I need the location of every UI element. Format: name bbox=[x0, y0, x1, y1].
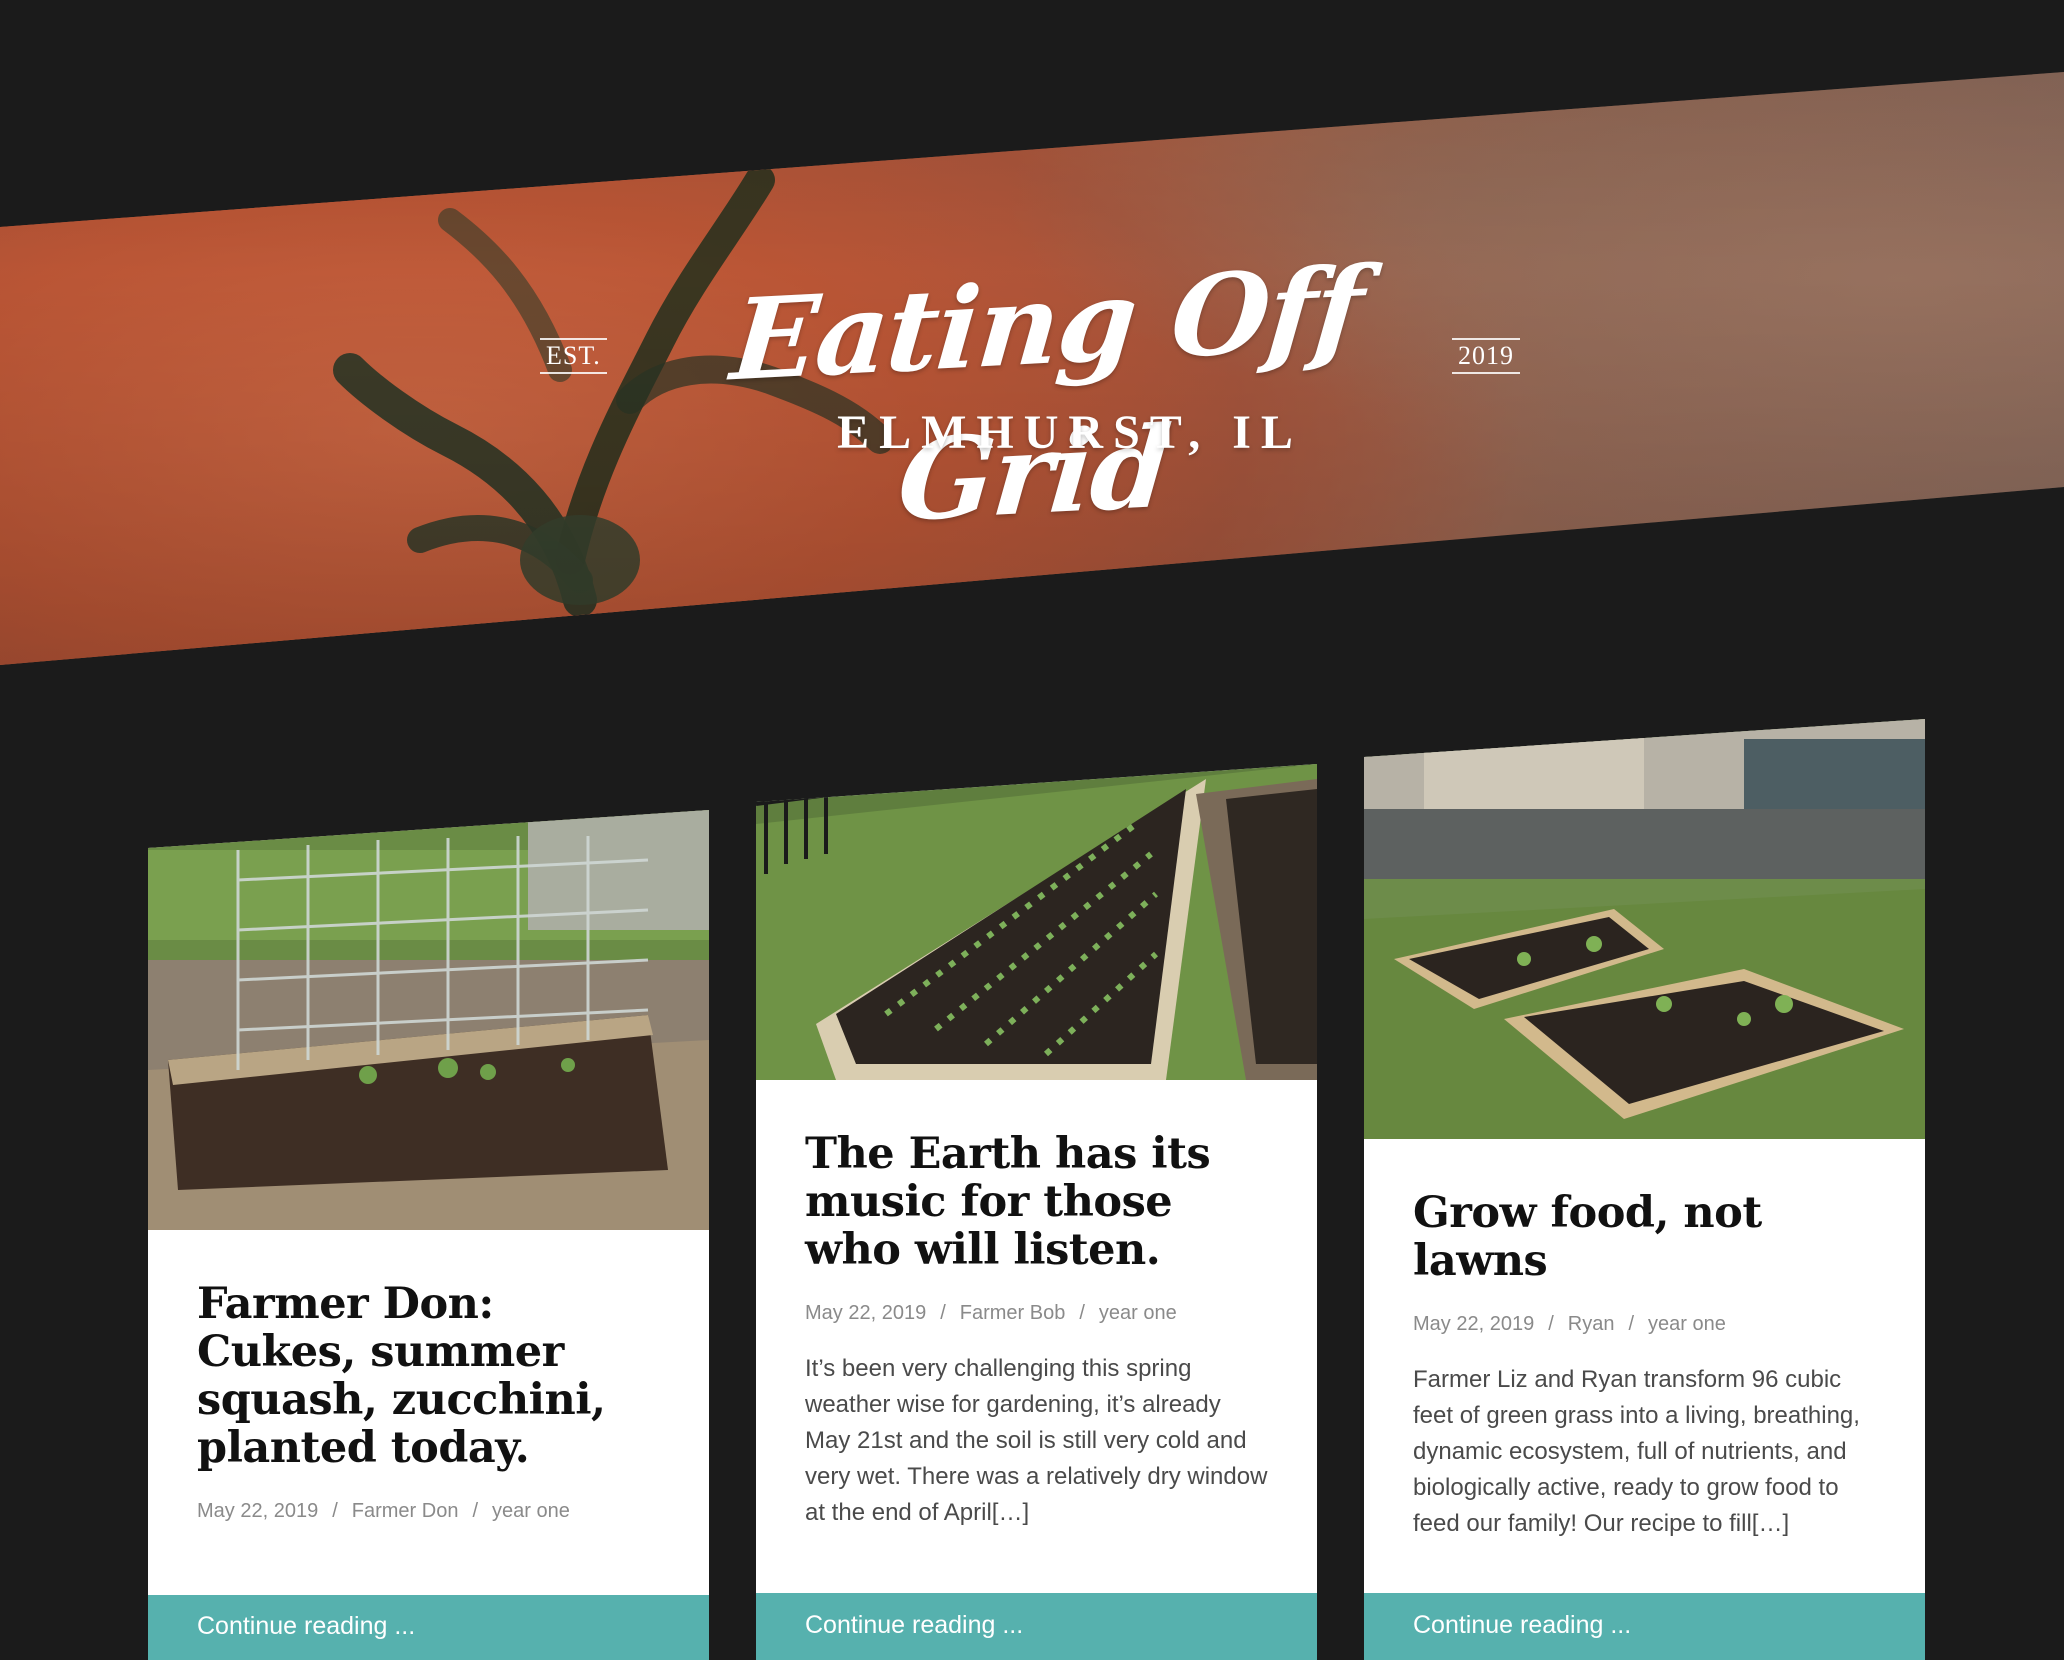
post-card-3: Grow food, not lawns May 22, 2019 / Ryan / y… bbox=[1364, 719, 1925, 1660]
post-author[interactable]: Farmer Don bbox=[352, 1500, 459, 1522]
logo-year-label: 2019 bbox=[1452, 338, 1520, 374]
continue-reading-label: Continue reading ... bbox=[805, 1611, 1024, 1639]
site-location: ELMHURST, IL bbox=[837, 406, 1303, 459]
post-excerpt: Farmer Liz and Ryan transform 96 cubic f… bbox=[1413, 1366, 1860, 1537]
continue-reading-button[interactable]: Continue reading ... bbox=[148, 1595, 709, 1660]
continue-reading-button[interactable]: Continue reading ... bbox=[1364, 1593, 1925, 1660]
post-date[interactable]: May 22, 2019 bbox=[197, 1500, 318, 1522]
post-title[interactable]: Grow food, not lawns bbox=[1413, 1189, 1876, 1285]
post-card-1: Farmer Don: Cukes, summer squash, zucchi… bbox=[148, 810, 709, 1660]
post-meta: May 22, 2019 / Ryan / year one bbox=[1413, 1313, 1876, 1336]
post-category[interactable]: year one bbox=[1099, 1302, 1177, 1324]
l-shaped-beds-photo bbox=[1364, 719, 1925, 1139]
post-image-1[interactable] bbox=[148, 810, 709, 1230]
meta-separator: / bbox=[940, 1302, 946, 1324]
post-date[interactable]: May 22, 2019 bbox=[1413, 1313, 1534, 1335]
post-category[interactable]: year one bbox=[492, 1500, 570, 1522]
site-header-banner: EST. Eating Off Grid 2019 ELMHURST, IL bbox=[0, 72, 2064, 665]
site-logo[interactable]: EST. Eating Off Grid 2019 ELMHURST, IL bbox=[540, 243, 1540, 547]
post-body-2: The Earth has its music for those who wi… bbox=[756, 1130, 1317, 1531]
continue-reading-button[interactable]: Continue reading ... bbox=[756, 1593, 1317, 1660]
post-image-2[interactable] bbox=[756, 764, 1317, 1080]
post-author[interactable]: Ryan bbox=[1568, 1313, 1615, 1335]
site-title: Eating Off Grid bbox=[726, 242, 1367, 547]
meta-separator: / bbox=[1548, 1313, 1554, 1335]
post-image-3[interactable] bbox=[1364, 719, 1925, 1139]
meta-separator: / bbox=[1628, 1313, 1635, 1335]
post-body-1: Farmer Don: Cukes, summer squash, zucchi… bbox=[148, 1280, 709, 1523]
post-author[interactable]: Farmer Bob bbox=[960, 1302, 1066, 1324]
post-meta: May 22, 2019 / Farmer Don / year one bbox=[197, 1500, 660, 1523]
post-meta: May 22, 2019 / Farmer Bob / year one bbox=[805, 1302, 1268, 1325]
post-body-3: Grow food, not lawns May 22, 2019 / Ryan / y… bbox=[1364, 1189, 1925, 1542]
post-date[interactable]: May 22, 2019 bbox=[805, 1302, 926, 1324]
garden-bed-trellis-photo bbox=[148, 810, 709, 1230]
meta-separator: / bbox=[472, 1500, 479, 1522]
seedling-beds-photo bbox=[756, 764, 1317, 1080]
continue-reading-label: Continue reading ... bbox=[1413, 1611, 1632, 1639]
meta-separator: / bbox=[1079, 1302, 1085, 1324]
post-title[interactable]: The Earth has its music for those who wi… bbox=[805, 1130, 1268, 1274]
post-card-2: The Earth has its music for those who wi… bbox=[756, 764, 1317, 1660]
meta-separator: / bbox=[332, 1500, 338, 1522]
post-excerpt: It’s been very challenging this spring w… bbox=[805, 1355, 1268, 1526]
post-category[interactable]: year one bbox=[1648, 1313, 1726, 1335]
post-title[interactable]: Farmer Don: Cukes, summer squash, zucchi… bbox=[197, 1280, 660, 1472]
logo-est-label: EST. bbox=[540, 338, 607, 374]
continue-reading-label: Continue reading ... bbox=[197, 1612, 416, 1640]
